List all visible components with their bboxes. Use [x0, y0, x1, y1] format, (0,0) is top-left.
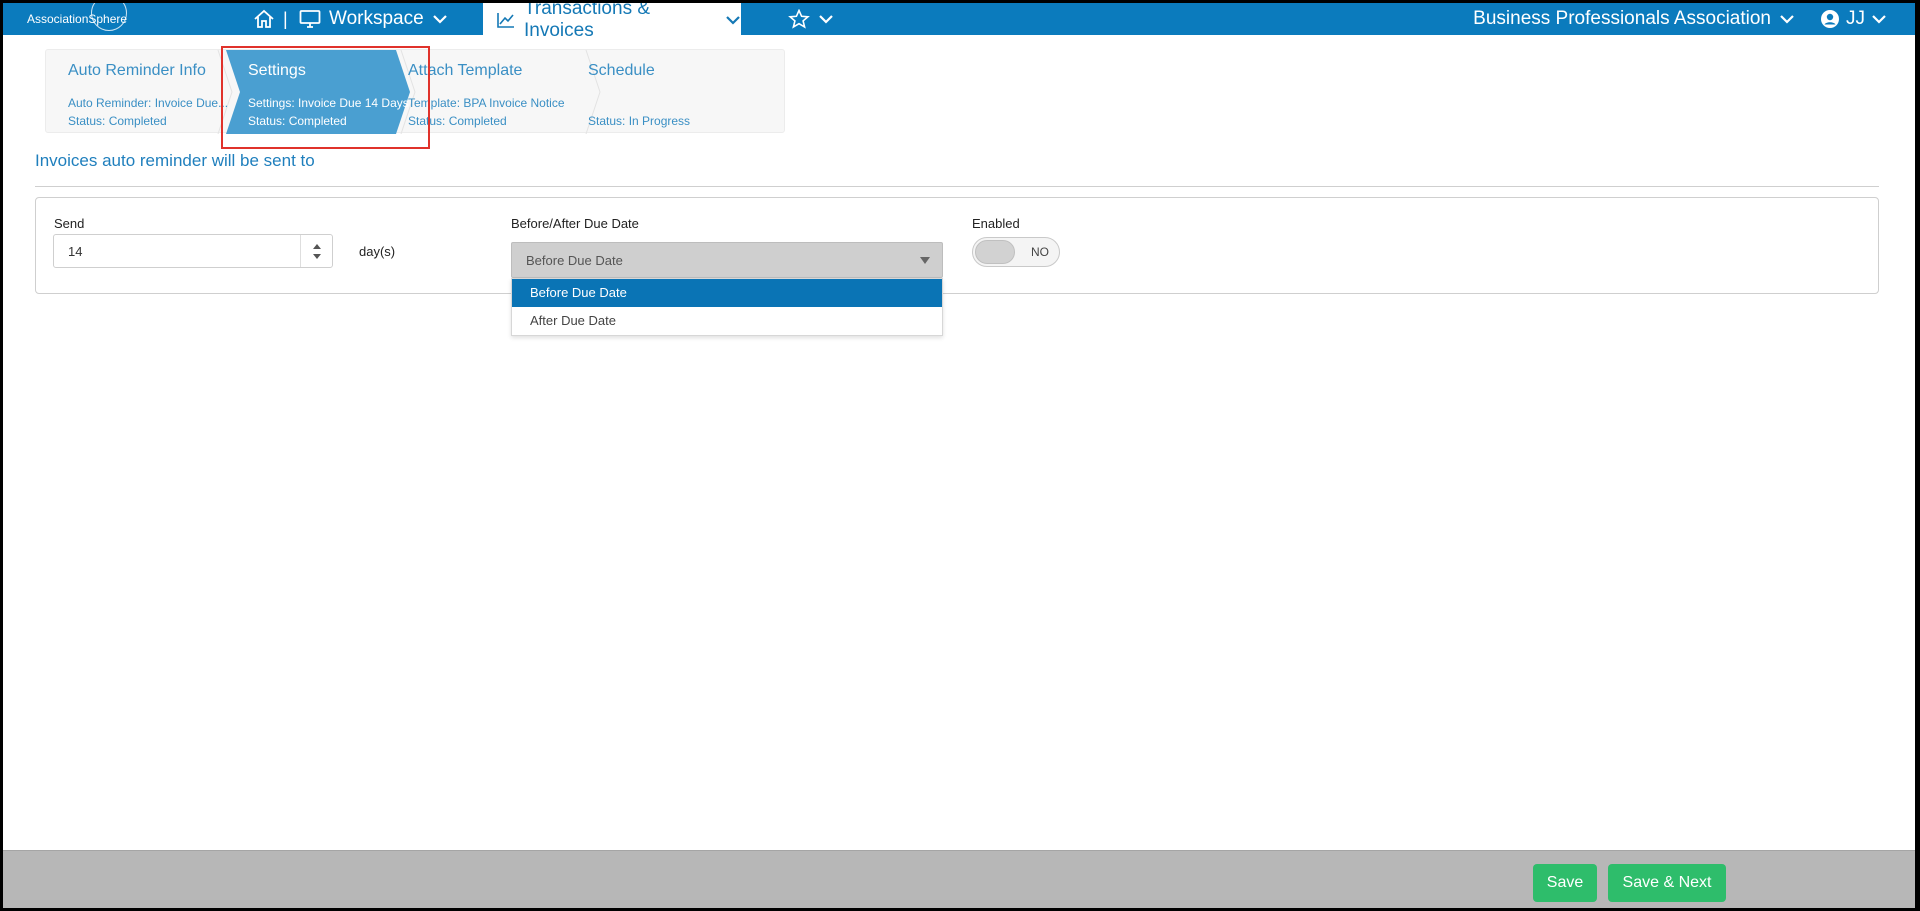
step-status: Status: Completed — [408, 114, 507, 128]
number-spinner[interactable] — [300, 235, 332, 267]
enabled-toggle[interactable]: NO — [972, 237, 1060, 267]
due-date-dropdown: Before Due Date After Due Date — [511, 278, 943, 336]
send-days-value: 14 — [68, 243, 83, 259]
transactions-menu[interactable]: Transactions & Invoices — [483, 3, 741, 41]
monitor-icon — [299, 9, 321, 29]
chart-line-icon — [496, 11, 516, 29]
step-title: Schedule — [588, 62, 655, 79]
toggle-state: NO — [1031, 245, 1049, 259]
home-icon[interactable] — [253, 9, 275, 29]
chevron-down-icon — [432, 13, 448, 25]
step-status: Status: Completed — [68, 114, 167, 128]
footer-bar: Save Save & Next — [3, 850, 1915, 908]
favorites-menu[interactable] — [788, 3, 834, 35]
wizard-stepper: Auto Reminder Info Auto Reminder: Invoic… — [45, 49, 785, 134]
app-logo[interactable]: AssociationSphere — [27, 3, 127, 35]
user-menu[interactable]: JJ — [1820, 3, 1887, 35]
step-schedule[interactable]: Schedule Status: In Progress — [566, 50, 766, 134]
due-date-select[interactable]: Before Due Date — [511, 242, 943, 278]
decrement-icon[interactable] — [312, 253, 322, 260]
due-date-label: Before/After Due Date — [511, 216, 639, 231]
option-before-due-date[interactable]: Before Due Date — [512, 279, 942, 307]
enabled-label: Enabled — [972, 216, 1020, 231]
section-title: Invoices auto reminder will be sent to — [35, 151, 315, 170]
save-button[interactable]: Save — [1533, 864, 1597, 902]
app-root: AssociationSphere | Workspace Transactio… — [3, 3, 1915, 908]
nav-divider: | — [283, 8, 288, 29]
toggle-knob — [975, 240, 1015, 264]
days-unit-label: day(s) — [359, 244, 396, 259]
step-detail: Auto Reminder: Invoice Due... — [68, 96, 229, 110]
increment-icon[interactable] — [312, 243, 322, 250]
step-settings[interactable]: Settings Settings: Invoice Due 14 Days S… — [226, 50, 409, 134]
chevron-down-icon — [1779, 13, 1795, 25]
step-status: Status: Completed — [248, 114, 347, 128]
send-label: Send — [54, 216, 85, 231]
step-detail: Settings: Invoice Due 14 Days — [248, 96, 409, 110]
step-title: Attach Template — [408, 62, 523, 79]
workspace-menu[interactable]: Workspace — [299, 3, 448, 35]
chevron-down-icon — [725, 14, 741, 26]
org-menu[interactable]: Business Professionals Association — [1473, 3, 1795, 35]
step-attach-template[interactable]: Attach Template Template: BPA Invoice No… — [386, 50, 566, 134]
save-next-button[interactable]: Save & Next — [1608, 864, 1726, 902]
option-after-due-date[interactable]: After Due Date — [512, 307, 942, 335]
home-nav[interactable]: | — [253, 7, 288, 31]
top-nav: AssociationSphere | Workspace Transactio… — [3, 3, 1915, 41]
section-divider — [35, 186, 1879, 187]
due-date-selected: Before Due Date — [526, 252, 623, 268]
org-name: Business Professionals Association — [1473, 8, 1771, 29]
step-auto-reminder-info[interactable]: Auto Reminder Info Auto Reminder: Invoic… — [46, 50, 229, 134]
globe-icon — [91, 3, 127, 31]
chevron-down-icon — [818, 13, 834, 25]
chevron-down-icon — [1871, 13, 1887, 25]
step-status: Status: In Progress — [588, 114, 691, 128]
workspace-label: Workspace — [329, 8, 424, 29]
transactions-label: Transactions & Invoices — [524, 3, 651, 41]
step-title: Auto Reminder Info — [68, 62, 206, 79]
user-circle-icon — [1820, 9, 1840, 29]
step-title: Settings — [248, 62, 306, 79]
user-initials: JJ — [1846, 8, 1865, 29]
star-icon — [788, 9, 810, 29]
send-days-input[interactable]: 14 — [53, 234, 333, 268]
window-frame: AssociationSphere | Workspace Transactio… — [0, 0, 1920, 911]
step-detail: Template: BPA Invoice Notice — [408, 96, 565, 110]
caret-down-icon — [920, 257, 930, 264]
